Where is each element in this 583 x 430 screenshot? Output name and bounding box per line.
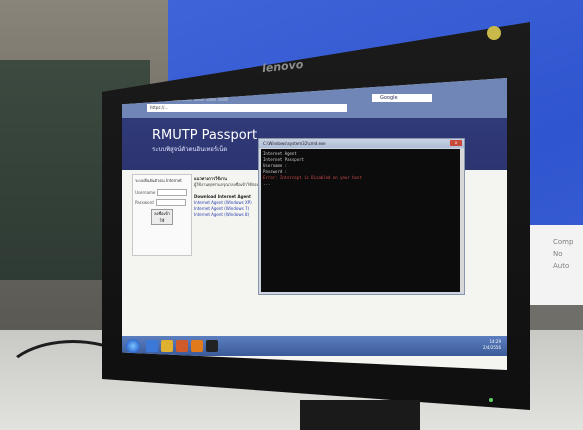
cmd-icon[interactable] bbox=[206, 340, 218, 352]
firefox-icon[interactable] bbox=[191, 340, 203, 352]
start-button[interactable] bbox=[126, 339, 140, 353]
projected-text-1: Comp bbox=[553, 238, 574, 246]
taskbar-icons bbox=[146, 340, 218, 352]
ie-icon[interactable] bbox=[146, 340, 158, 352]
console-title: C:\Windows\system32\cmd.exe bbox=[263, 141, 326, 146]
username-row: Username bbox=[135, 189, 189, 196]
console-output: Internet Agent Internet Passport Username … bbox=[261, 149, 460, 292]
address-bar[interactable]: https://... bbox=[147, 104, 347, 112]
media-icon[interactable] bbox=[176, 340, 188, 352]
console-window: C:\Windows\system32\cmd.exe x Internet A… bbox=[258, 138, 465, 295]
console-scrollbar[interactable] bbox=[460, 149, 464, 292]
monitor-stand bbox=[300, 400, 420, 430]
portal-title: RMUTP Passport bbox=[152, 128, 258, 143]
close-button[interactable]: x bbox=[450, 140, 462, 146]
taskbar-clock: 14:29 2/4/2556 bbox=[483, 339, 501, 351]
username-input[interactable] bbox=[157, 189, 188, 196]
clock-date: 2/4/2556 bbox=[483, 345, 501, 350]
taskbar: 14:29 2/4/2556 bbox=[122, 336, 507, 356]
portal-subtitle: ระบบพิสูจน์ตัวตนอินเทอร์เน็ต bbox=[152, 146, 228, 153]
login-box: ระบบยืนยันตัวตน Internet Username Passwo… bbox=[132, 174, 192, 256]
password-label: Password bbox=[135, 200, 154, 205]
photo-scene: Comp No Auto lenovo RMUTP Passport ... .… bbox=[0, 0, 583, 430]
username-label: Username bbox=[135, 190, 156, 195]
projected-text-3: Auto bbox=[553, 262, 570, 270]
projected-text-2: No bbox=[553, 250, 563, 258]
search-box[interactable]: Google bbox=[372, 94, 432, 102]
console-line: ... bbox=[263, 181, 271, 186]
login-button[interactable]: ลงชื่อเข้าใช้ bbox=[151, 209, 173, 225]
monitor-screen: RMUTP Passport ... ... ... ... https://.… bbox=[122, 78, 507, 370]
power-led-icon bbox=[489, 398, 493, 402]
password-input[interactable] bbox=[155, 199, 186, 206]
sticker bbox=[487, 26, 501, 40]
login-heading: ระบบยืนยันตัวตน Internet bbox=[135, 178, 182, 183]
password-row: Password bbox=[135, 199, 189, 206]
folder-icon[interactable] bbox=[161, 340, 173, 352]
console-titlebar: C:\Windows\system32\cmd.exe x bbox=[259, 139, 464, 148]
